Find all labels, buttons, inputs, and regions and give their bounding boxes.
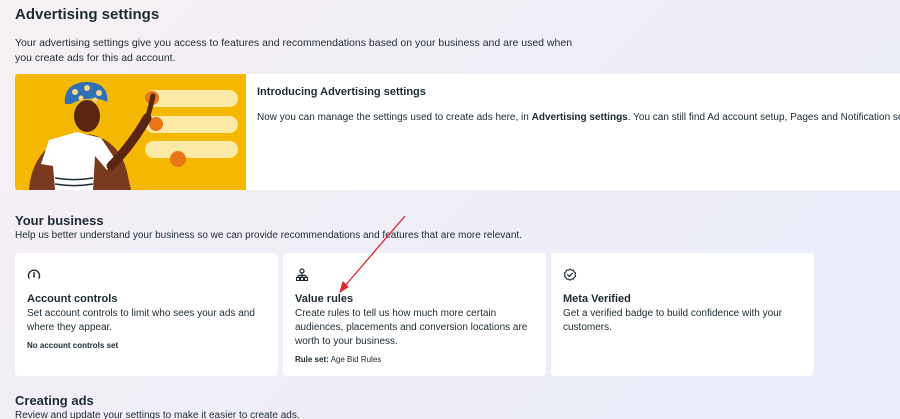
- card-description: Get a verified badge to build confidence…: [563, 308, 783, 333]
- card-meta: Rule set: Age Bid Rules: [295, 355, 382, 364]
- card-title: Account controls: [27, 293, 118, 305]
- page-title: Advertising settings: [15, 6, 160, 23]
- intro-title: Introducing Advertising settings: [257, 86, 426, 98]
- card-title: Value rules: [295, 293, 354, 305]
- value-rules-card[interactable]: Value rules Create rules to tell us how …: [283, 253, 546, 376]
- your-business-description: Help us better understand your business …: [15, 230, 522, 241]
- card-meta: No account controls set: [27, 341, 119, 350]
- intro-illustration: [15, 74, 246, 190]
- intro-banner: Introducing Advertising settings Now you…: [15, 74, 900, 190]
- intro-text: Now you can manage the settings used to …: [257, 112, 900, 123]
- card-title: Meta Verified: [563, 293, 631, 305]
- card-description: Create rules to tell us how much more ce…: [295, 308, 528, 347]
- gauge-icon: [27, 269, 41, 279]
- verified-badge-icon: [563, 268, 577, 281]
- your-business-title: Your business: [15, 213, 104, 228]
- creating-ads-description: Review and update your settings to make …: [15, 410, 300, 419]
- meta-verified-card[interactable]: Meta Verified Get a verified badge to bu…: [551, 253, 814, 376]
- page-description: Your advertising settings give you acces…: [15, 37, 573, 64]
- intro-text-bold: Advertising settings: [531, 112, 628, 123]
- account-controls-card[interactable]: Account controls Set account controls to…: [15, 253, 278, 376]
- creating-ads-title: Creating ads: [15, 393, 94, 408]
- card-description: Set account controls to limit who sees y…: [27, 308, 255, 333]
- hierarchy-icon: [295, 268, 309, 282]
